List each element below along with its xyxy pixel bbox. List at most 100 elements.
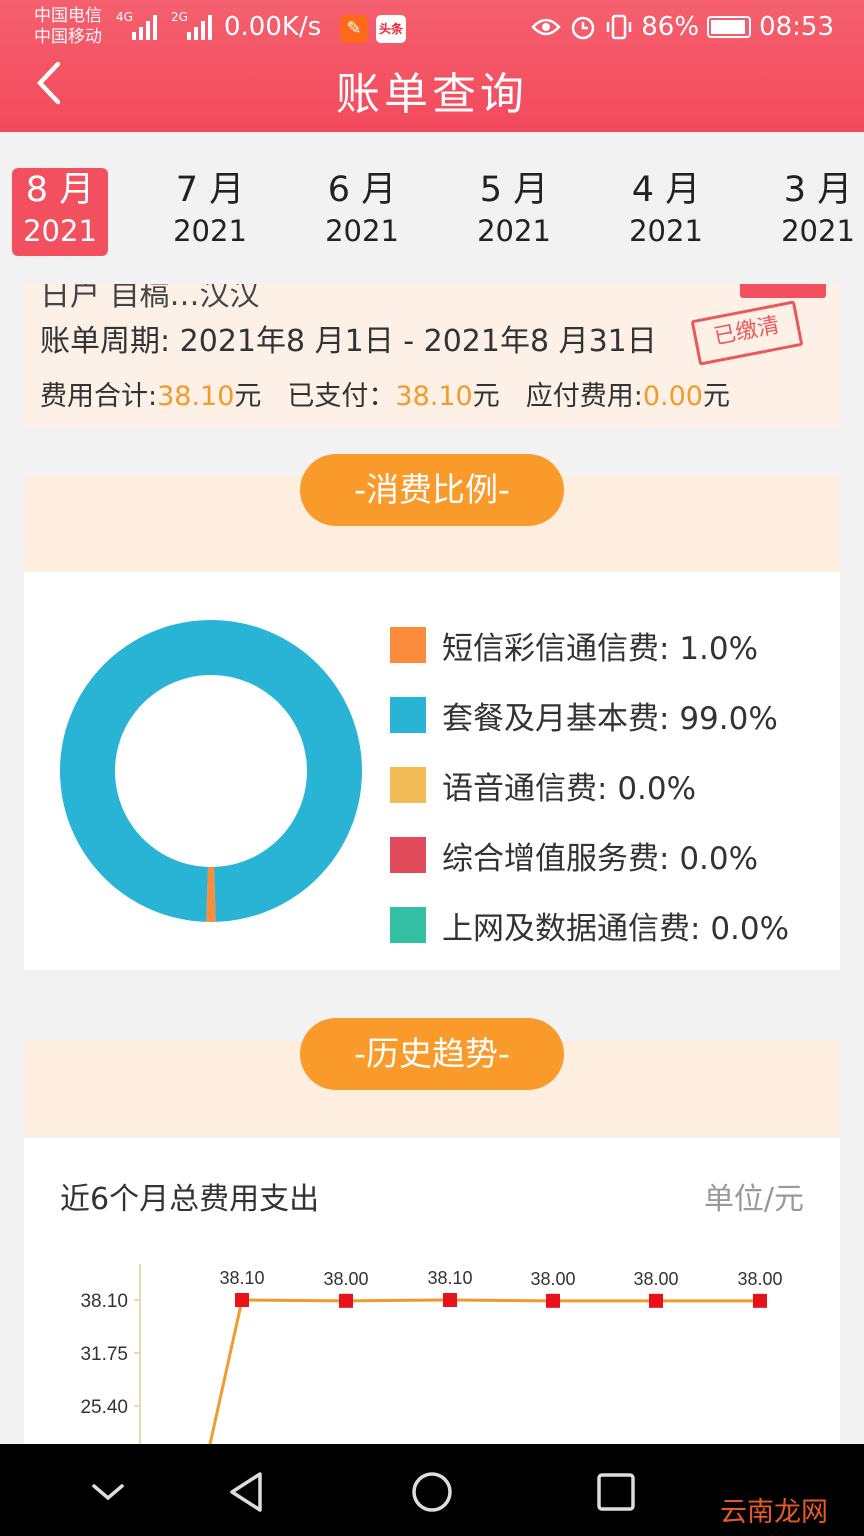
currency: 元 [234,381,262,412]
legend-label: 上网及数据通信费: [442,910,701,947]
system-nav-bar: 云南龙网 [0,1444,864,1536]
tab-month-label: 6 月 [327,170,397,210]
carrier-1: 中国电信 [34,6,102,26]
currency: 元 [472,381,500,412]
tab-month-5[interactable]: 3 月 2021 [770,168,864,256]
data-point-marker [649,1293,663,1308]
trend-line [207,1298,760,1448]
legend-text: 语音通信费: 0.0% [442,763,696,808]
paid-value: 38.10 [395,381,473,412]
ratio-section-title: -消费比例- [300,454,564,526]
data-point-marker [443,1293,457,1307]
tab-year-label: 2021 [23,214,97,248]
legend-text: 综合增值服务费: 0.0% [442,833,758,878]
battery-percent: 86% [641,12,700,42]
trend-line-chart: 38.10 31.75 25.40 38.10 38.00 38.10 38.00 38.00… [80,1264,783,1448]
tab-month-label: 4 月 [631,170,701,210]
legend-label: 综合增值服务费: [442,840,670,877]
due-value: 0.00 [642,381,703,412]
legend-percent: 0.0% [679,840,759,877]
eye-icon [531,18,561,36]
circle-home-icon [412,1472,452,1512]
y-tick-label: 25.40 [80,1397,128,1418]
data-point-label: 38.00 [323,1269,368,1289]
legend-label: 套餐及月基本费: [442,700,670,737]
legend-item: 语音通信费: 0.0% [390,750,789,820]
chevron-down-icon [92,1484,124,1501]
legend-percent: 0.0% [617,770,697,807]
app-notification-icon: ✎ [340,15,368,43]
donut-legend: 短信彩信通信费: 1.0% 套餐及月基本费: 99.0% 语音通信费: 0.0% 综合… [390,610,789,960]
y-tick-label: 31.75 [80,1344,128,1365]
alarm-icon [572,16,595,40]
legend-swatch [390,697,426,733]
fee-summary: 费用合计:38.10元 已支付：38.10元 应付费用:0.00元 [40,374,730,413]
nav-collapse-button[interactable] [84,1468,132,1516]
legend-swatch [390,907,426,943]
legend-swatch [390,767,426,803]
data-point-marker [546,1293,560,1308]
legend-label: 短信彩信通信费: [442,630,670,667]
nav-home-button[interactable] [408,1468,456,1516]
bill-period: 账单周期: 2021年8 月1日 - 2021年8 月31日 [40,316,657,360]
toutiao-icon: 头条 [376,15,406,43]
tab-month-2[interactable]: 6 月 2021 [314,168,410,256]
legend-percent: 99.0% [679,700,778,737]
signal-icon [187,14,212,40]
data-point-marker [753,1293,767,1308]
legend-item: 上网及数据通信费: 0.0% [390,890,789,960]
y-tick-label: 38.10 [80,1291,128,1312]
watermark: 云南龙网 [720,1497,828,1528]
tab-month-4[interactable]: 4 月 2021 [618,168,714,256]
data-point-label: 38.10 [427,1268,472,1288]
legend-text: 上网及数据通信费: 0.0% [442,903,789,948]
trend-panel: 近6个月总费用支出 单位/元 38.10 31.75 25.40 38.10 38.00… [24,1138,840,1448]
network-speed: 0.00K/s [224,12,322,42]
bill-period-value: 2021年8 月1日 - 2021年8 月31日 [179,324,657,359]
page-title: 账单查询 [336,69,528,120]
data-point-label: 38.00 [737,1269,782,1289]
network-type-1: 4G [116,10,133,24]
ratio-panel: 短信彩信通信费: 1.0% 套餐及月基本费: 99.0% 语音通信费: 0.0% 综合… [24,572,840,970]
tab-year-label: 2021 [629,214,703,248]
spending-donut-chart [60,620,362,922]
top-bar: 中国电信 中国移动 4G 2G 0.00K/s ✎ 头条 86% 08:53 账… [0,0,864,132]
tab-year-label: 2021 [477,214,551,248]
due-label: 应付费用: [525,381,643,412]
tab-year-label: 2021 [325,214,399,248]
carrier-info: 中国电信 中国移动 [34,6,102,48]
data-point-label: 38.10 [219,1268,264,1288]
legend-percent: 0.0% [710,910,790,947]
trend-chart-unit: 单位/元 [703,1182,804,1217]
tab-month-3[interactable]: 5 月 2021 [466,168,562,256]
data-point-marker [339,1293,353,1308]
bill-period-label: 账单周期: [40,324,171,359]
legend-item: 短信彩信通信费: 1.0% [390,610,789,680]
clipped-badge [740,284,826,298]
legend-label: 语音通信费: [442,770,608,807]
trend-chart-title: 近6个月总费用支出 [60,1182,320,1217]
tab-month-label: 7 月 [175,170,245,210]
signal-icons: 4G 2G [116,10,212,40]
total-value: 38.10 [157,381,235,412]
nav-recents-button[interactable] [592,1468,640,1516]
month-tabs: 8 月 2021 7 月 2021 6 月 2021 5 月 2021 4 月 2021 3 月 20… [0,132,864,284]
tab-month-1[interactable]: 7 月 2021 [162,168,258,256]
paid-label: 已支付： [287,381,396,412]
tab-year-label: 2021 [781,214,855,248]
tab-month-label: 5 月 [479,170,549,210]
currency: 元 [702,381,730,412]
tab-month-label: 8 月 [25,170,95,210]
signal-icon [132,14,157,40]
bill-summary-card: 日户 自稿…汉汉 账单周期: 2021年8 月1日 - 2021年8 月31日 … [24,284,840,428]
nav-back-button[interactable] [222,1468,270,1516]
data-point-label: 38.00 [530,1269,575,1289]
ratio-section-header: -消费比例- [24,454,840,572]
clipped-text: 日户 自稿…汉汉 [40,284,260,313]
data-point-label: 38.00 [633,1269,678,1289]
legend-swatch [390,837,426,873]
network-type-2: 2G [171,10,188,24]
tab-month-0[interactable]: 8 月 2021 [12,168,108,256]
triangle-back-icon [230,1472,262,1512]
legend-item: 套餐及月基本费: 99.0% [390,680,789,750]
